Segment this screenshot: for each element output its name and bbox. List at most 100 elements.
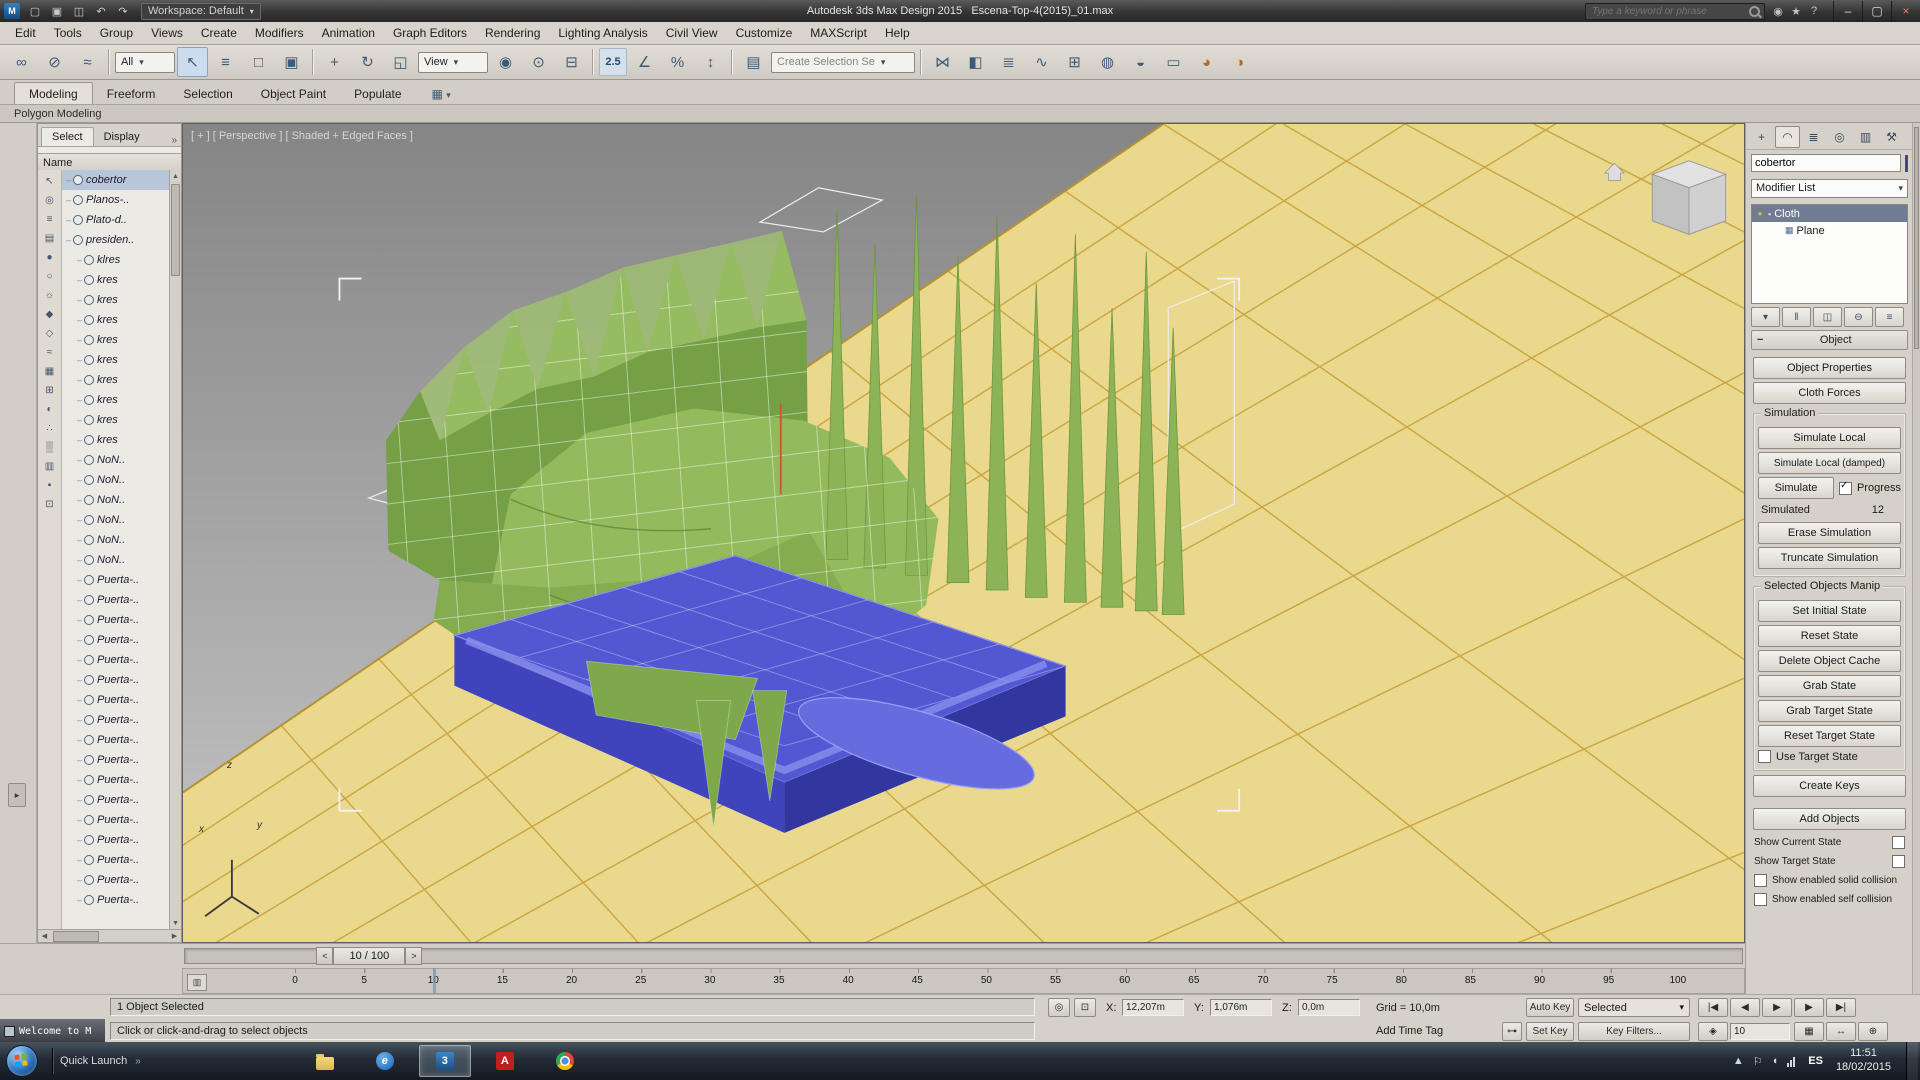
list-item[interactable]: Puerta-.. [62, 730, 169, 750]
sign-in-icon[interactable]: ◉ [1769, 5, 1787, 18]
curve-editor-icon[interactable]: ∿ [1026, 47, 1057, 77]
cloth-forces-button[interactable]: Cloth Forces [1753, 382, 1906, 404]
key-filter-scope-dropdown[interactable]: Selected ▾ [1578, 998, 1690, 1017]
erase-simulation-button[interactable]: Erase Simulation [1758, 522, 1901, 544]
z-coord-field[interactable] [1298, 999, 1360, 1016]
show-helpers-icon[interactable]: ◇ [41, 324, 59, 343]
selection-lock-toggle[interactable]: ⊡ [1074, 998, 1096, 1017]
object-name-field[interactable] [1751, 154, 1901, 172]
unlink-selection-icon[interactable]: ⊘ [39, 47, 70, 77]
time-configuration-button[interactable]: ▦ [1794, 1022, 1824, 1041]
modifier-stack-item[interactable]: ● ▪ Cloth [1752, 205, 1907, 222]
scroll-down-icon[interactable]: ▼ [170, 917, 181, 929]
list-item[interactable]: kres [62, 270, 169, 290]
set-key-icon[interactable]: ⊶ [1502, 1022, 1522, 1041]
list-item[interactable]: kres [62, 390, 169, 410]
manip-button[interactable]: Grab State [1758, 675, 1901, 697]
redo-icon[interactable]: ↷ [113, 2, 133, 20]
quick-launch-chevron-icon[interactable]: » [135, 1056, 141, 1067]
search-icon[interactable] [1749, 6, 1760, 17]
key-filters-button[interactable]: Key Filters... [1578, 1022, 1690, 1041]
menu-item[interactable]: Rendering [476, 23, 549, 43]
list-item[interactable]: Puerta-.. [62, 810, 169, 830]
lock-explorer-icon[interactable]: ⊡ [41, 495, 59, 514]
ribbon-tab[interactable]: Populate [340, 83, 415, 104]
clock[interactable]: 11:51 18/02/2015 [1836, 1047, 1891, 1075]
add-time-tag[interactable]: Add Time Tag [1376, 1025, 1443, 1037]
internet-explorer-icon[interactable]: e [359, 1045, 411, 1077]
list-item[interactable]: kres [62, 330, 169, 350]
volume-icon[interactable]: ◖ [1772, 1055, 1779, 1067]
simulate-local-damped-button[interactable]: Simulate Local (damped) [1758, 452, 1901, 474]
object-rollout-header[interactable]: − Object [1751, 330, 1908, 350]
folder-icon[interactable] [299, 1045, 351, 1077]
list-item[interactable]: Puerta-.. [62, 750, 169, 770]
manip-button[interactable]: Delete Object Cache [1758, 650, 1901, 672]
search-box[interactable] [1585, 3, 1765, 20]
keyboard-override-icon[interactable]: ⊟ [556, 47, 587, 77]
close-button[interactable]: × [1891, 1, 1920, 22]
show-geometry-icon[interactable]: ● [41, 248, 59, 267]
list-item[interactable]: presiden.. [62, 230, 169, 250]
list-item[interactable]: NoN.. [62, 530, 169, 550]
start-button[interactable] [6, 1045, 38, 1077]
layer-manager-icon[interactable]: ≣ [993, 47, 1024, 77]
align-icon[interactable]: ◧ [960, 47, 991, 77]
list-item[interactable]: Puerta-.. [62, 610, 169, 630]
snaps-toggle[interactable]: 2.5 [599, 48, 627, 76]
display-tab[interactable]: ▥ [1853, 126, 1878, 148]
adobe-reader-icon[interactable]: A [479, 1045, 531, 1077]
simulate-button[interactable]: Simulate [1758, 477, 1834, 499]
show-option-checkbox[interactable] [1892, 855, 1905, 868]
list-item[interactable]: Puerta-.. [62, 790, 169, 810]
list-item[interactable]: Puerta-.. [62, 890, 169, 910]
list-item[interactable]: Puerta-.. [62, 770, 169, 790]
scroll-up-icon[interactable]: ▲ [170, 170, 181, 182]
angle-snap-icon[interactable]: ∠ [629, 47, 660, 77]
menu-item[interactable]: MAXScript [801, 23, 876, 43]
modify-tab[interactable]: ◠ [1775, 126, 1800, 148]
select-and-rotate-icon[interactable]: ↻ [352, 47, 383, 77]
create-tab[interactable]: + [1749, 126, 1774, 148]
list-item[interactable]: NoN.. [62, 490, 169, 510]
show-option-checkbox[interactable] [1754, 874, 1767, 887]
show-groups-icon[interactable]: ▦ [41, 362, 59, 381]
pan-timeline-button[interactable]: ↔ [1826, 1022, 1856, 1041]
render-iterative-icon[interactable]: ◑ [1224, 47, 1255, 77]
list-item[interactable]: Planos-.. [62, 190, 169, 210]
manip-button[interactable]: Reset Target State [1758, 725, 1901, 747]
sort-alpha-icon[interactable]: ≡ [41, 210, 59, 229]
list-item[interactable]: NoN.. [62, 550, 169, 570]
rendered-frame-icon[interactable]: ▭ [1158, 47, 1189, 77]
sort-type-icon[interactable]: ▤ [41, 229, 59, 248]
edit-named-sets-icon[interactable]: ▤ [738, 47, 769, 77]
overflow-chevron-icon[interactable]: » [167, 135, 181, 146]
reference-coordinate-dropdown[interactable]: View▾ [418, 52, 488, 73]
menu-item[interactable]: Help [876, 23, 919, 43]
explorer-find-icon[interactable]: ◎ [41, 191, 59, 210]
pin-stack-icon[interactable]: ▾ [1751, 307, 1780, 327]
hidden-icons-button[interactable]: ▲ [1733, 1055, 1744, 1067]
list-item[interactable]: klres [62, 250, 169, 270]
zoom-timeline-button[interactable]: ⊕ [1858, 1022, 1888, 1041]
menu-item[interactable]: Edit [6, 23, 45, 43]
list-item[interactable]: kres [62, 430, 169, 450]
menu-item[interactable]: Civil View [657, 23, 727, 43]
workspace-selector[interactable]: Workspace: Default ▾ [141, 3, 261, 20]
favorites-icon[interactable]: ★ [1787, 5, 1805, 18]
scrollbar-thumb[interactable] [171, 184, 180, 276]
select-and-link-icon[interactable]: ∞ [6, 47, 37, 77]
minimize-button[interactable]: – [1833, 1, 1862, 22]
render-setup-icon[interactable]: ◒ [1125, 47, 1156, 77]
add-objects-button[interactable]: Add Objects [1753, 808, 1906, 830]
select-and-move-icon[interactable]: + [319, 47, 350, 77]
rectangular-selection-icon[interactable]: □ [243, 47, 274, 77]
list-item[interactable]: kres [62, 350, 169, 370]
list-item[interactable]: Puerta-.. [62, 850, 169, 870]
modifier-stack-item[interactable]: ▦ Plane [1752, 222, 1907, 239]
ribbon-collapsed-panel[interactable]: Polygon Modeling [0, 105, 1920, 123]
language-indicator[interactable]: ES [1804, 1053, 1827, 1069]
undo-icon[interactable]: ↶ [91, 2, 111, 20]
visibility-bulb-icon[interactable]: ● [1755, 209, 1765, 218]
key-mode-toggle[interactable]: ◈ [1698, 1022, 1728, 1041]
